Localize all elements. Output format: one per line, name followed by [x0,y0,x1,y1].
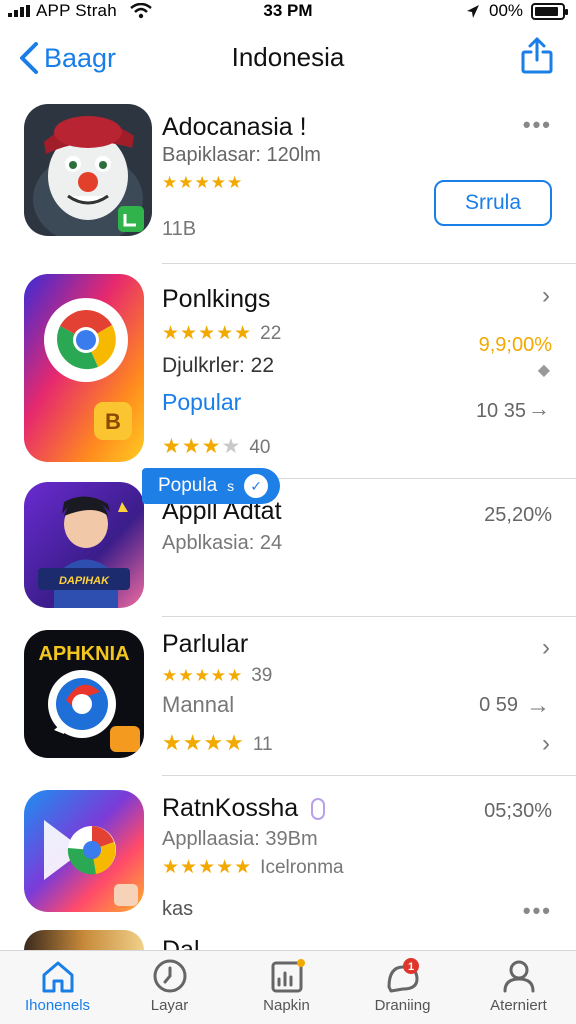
notification-badge: 1 [407,961,413,973]
app-name: Ponlkings [162,285,271,313]
rating-stars: ★★★★★ 22 [162,323,282,344]
tab-chart[interactable]: Napkin [229,957,344,1023]
app-icon-portrait: DAPIHAK [24,482,144,608]
navigation-bar: Baagr Indonesia [0,30,576,86]
list-item[interactable]: APHKNIA Parlular › ★★★★★ 39 Mannal 0 59 →… [0,620,576,776]
app-subtitle: Djulkrler: 22 [162,354,275,377]
app-name: Adocanasia ! [162,113,307,141]
more-icon[interactable]: ••• [523,112,552,138]
status-bar: APP Strah 33 PM 00% [0,0,576,24]
app-name: Parlular [162,630,249,658]
tab-label: Draniing [374,997,431,1014]
rating-count: 40 [249,437,271,458]
share-icon[interactable] [518,36,556,76]
more-icon[interactable]: ••• [523,898,552,924]
small-arrow-icon: ◆ [537,362,550,379]
home-icon [42,961,73,993]
app-extra: 11B [162,218,197,240]
list-item[interactable]: RatnKossha 05;30% Appllaasia: 39Bm ★★★★★… [0,780,576,930]
tab-home[interactable]: Ihonenels [0,957,115,1023]
rating-stars: ★★★★★ [162,173,244,192]
app-icon-clown [24,104,152,236]
app-icon-browser: B [24,274,144,462]
rating-count: 22 [260,323,282,344]
chart-icon [271,959,305,993]
divider [162,263,576,264]
app-name-partial: Dal [162,938,200,950]
app-subtitle: Mannal [162,692,235,717]
tab-label: Layar [150,997,189,1014]
tab-bar: Ihonenels Layar Napkin 1 Draniing Aterni… [0,950,576,1024]
chat-icon: 1 [387,958,419,993]
arrow-right-icon[interactable]: → [528,396,550,422]
tab-label: Aterniert [490,997,547,1014]
list-item[interactable]: DAPIHAK Appll Adtat 25,20% Apblkasia: 24 [0,480,576,616]
app-subtitle: Bapiklasar: 120lm [162,144,321,166]
value-pair: 10 35 [475,400,526,422]
battery-icon [531,3,568,20]
rating-stars: ★★★★ 11 [162,730,273,755]
rating-count: 39 [251,665,273,686]
tab-person[interactable]: Aterniert [461,957,576,1023]
svg-text:B: B [105,409,121,434]
get-button[interactable]: Srrula [434,180,552,226]
divider [162,616,576,617]
tab-clock[interactable]: Layar [112,957,227,1023]
rating-stars: ★★★★★ 39 [162,665,273,686]
list-item[interactable]: B Ponlkings › ★★★★★ 22 9,9;00% Djulkrler:… [0,272,576,477]
app-extra: kas [162,898,194,920]
tab-label: Ihonenels [24,997,91,1014]
rating-text: Icelronma [260,857,344,878]
person-icon [503,960,534,993]
chevron-right-icon[interactable]: › [542,634,550,662]
app-icon-speech: APHKNIA [24,630,144,758]
app-icon-colorwave [24,790,144,912]
percent-value: 25,20% [484,504,552,526]
app-icon-partial [24,930,144,950]
popular-chip[interactable]: Popula s ✓ [142,468,281,504]
app-subtitle: Appllaasia: 39Bm [162,828,318,850]
tab-chat[interactable]: 1 Draniing [345,957,460,1023]
popular-link[interactable]: Popular [162,389,241,416]
location-icon [467,5,479,18]
icon-text: APHKNIA [38,643,129,665]
chip-arrow: s [227,478,235,494]
app-subtitle: Apblkasia: 24 [162,532,283,554]
divider [162,775,576,776]
clock-icon [153,959,186,993]
chevron-right-icon[interactable]: › [542,730,550,758]
arrow-right-icon[interactable]: → [526,692,550,720]
list-item[interactable]: Adocanasia ! ••• Bapiklasar: 120lm ★★★★★… [0,100,576,265]
app-name-text: RatnKossha [162,794,299,822]
rating-count: 11 [252,734,273,755]
percent-value: 9,9;00% [478,334,552,356]
battery-percent: 00% [489,1,524,20]
rating-stars: ★★★★ 40 [162,435,271,458]
app-name: RatnKossha [162,794,326,823]
check-icon: ✓ [244,474,269,498]
list-item-partial [24,930,144,950]
tab-label: Napkin [263,997,310,1014]
chevron-right-icon[interactable]: › [542,282,550,310]
icon-text: DAPIHAK [59,575,110,587]
badge-icon [311,798,326,821]
popular-chip-label: Popula [158,475,218,496]
percent-value: 05;30% [484,800,552,822]
value-pair: 0 59 [479,694,518,716]
page-title: Indonesia [231,42,345,72]
rating-stars: ★★★★★ Icelronma [162,857,344,878]
